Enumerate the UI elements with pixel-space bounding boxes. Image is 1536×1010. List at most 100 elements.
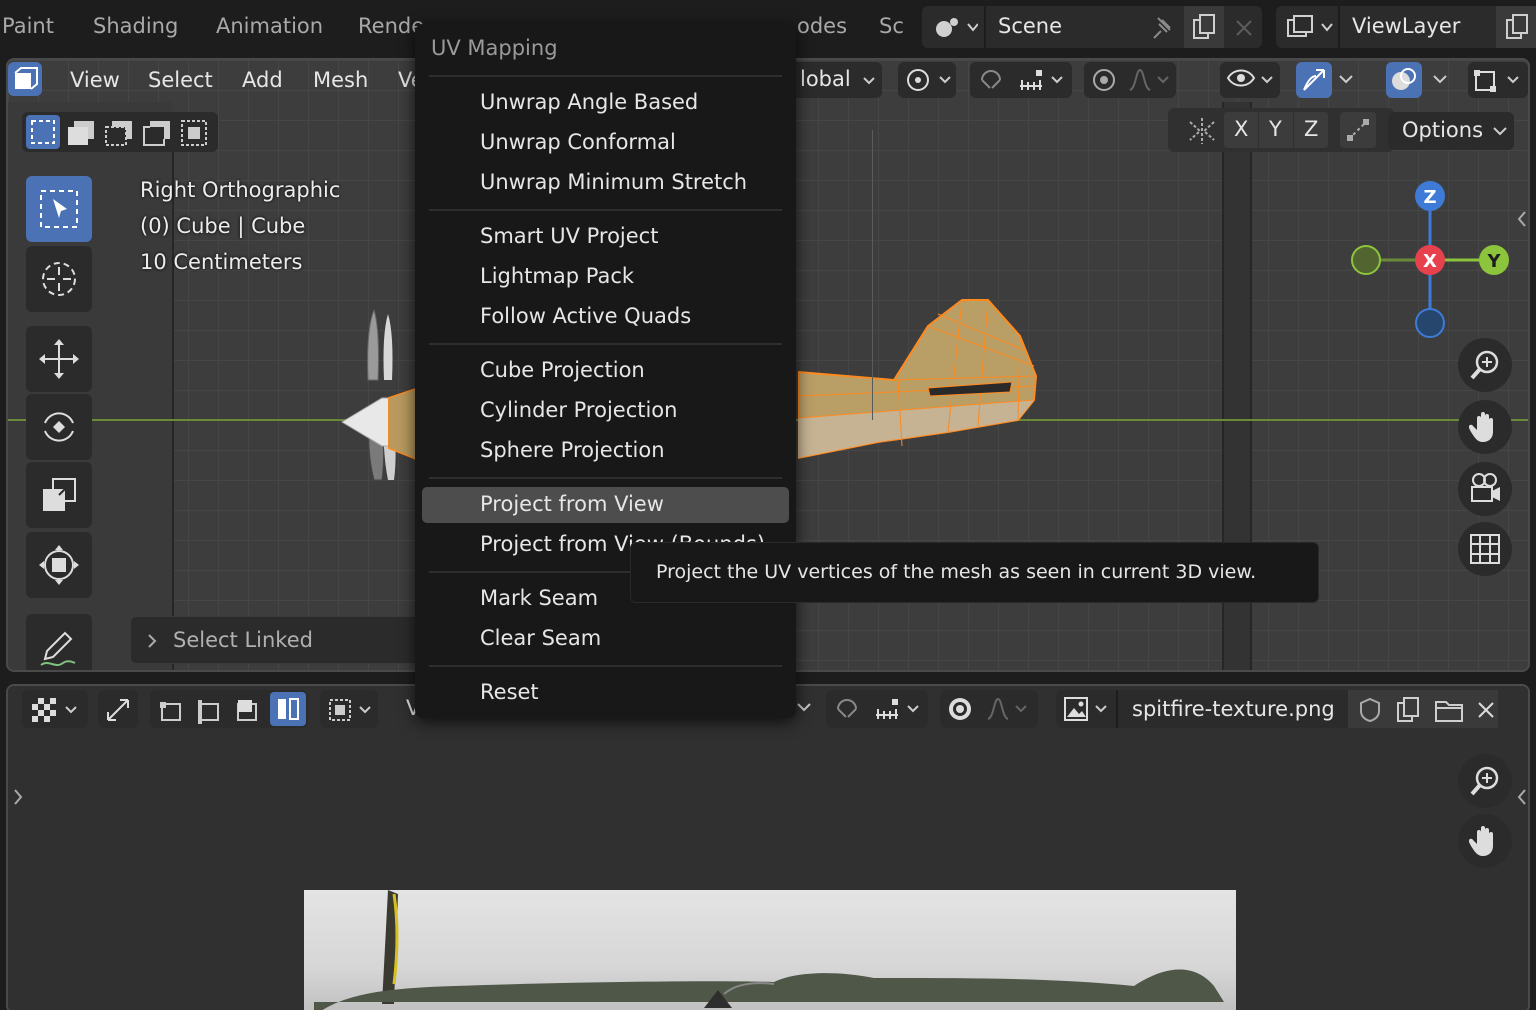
gizmo-icon bbox=[1303, 69, 1325, 91]
mesh-edit-overlays[interactable] bbox=[1468, 62, 1528, 98]
edge-select-icon[interactable] bbox=[196, 696, 224, 724]
pivot-point-dropdown[interactable] bbox=[898, 62, 956, 98]
fuselage-tail-mesh bbox=[798, 299, 1038, 460]
viewlayer-name[interactable]: ViewLayer bbox=[1352, 14, 1460, 38]
pan-button[interactable] bbox=[1458, 400, 1512, 454]
mirror-y-toggle[interactable]: Y bbox=[1259, 112, 1293, 148]
tool-move[interactable] bbox=[26, 326, 92, 392]
menu-item-sphere-projection[interactable]: Sphere Projection bbox=[480, 438, 665, 462]
tab-geometry-nodes[interactable]: odes bbox=[797, 14, 847, 38]
uv-zoom-button[interactable] bbox=[1458, 754, 1512, 808]
mirror-x-toggle[interactable]: X bbox=[1224, 112, 1258, 148]
image-name[interactable]: spitfire-texture.png bbox=[1132, 697, 1335, 721]
zoom-button[interactable] bbox=[1458, 338, 1512, 392]
tool-annotate[interactable] bbox=[26, 614, 92, 670]
grid-icon bbox=[1470, 534, 1500, 564]
gizmo-z-label: Z bbox=[1423, 187, 1436, 208]
topology-mirror-toggle[interactable] bbox=[1340, 112, 1376, 148]
overlays-toggle[interactable] bbox=[1386, 62, 1422, 98]
uv-editor-type-button[interactable] bbox=[22, 690, 88, 728]
menu-item-follow-active-quads[interactable]: Follow Active Quads bbox=[480, 304, 691, 328]
menu-item-unwrap-minimum-stretch[interactable]: Unwrap Minimum Stretch bbox=[480, 170, 747, 194]
uv-proportional-editing[interactable] bbox=[940, 690, 1038, 728]
menu-item-mark-seam[interactable]: Mark Seam bbox=[480, 586, 598, 610]
select-difference-icon[interactable] bbox=[142, 119, 172, 147]
sidebar-expand-icon[interactable] bbox=[1516, 210, 1528, 228]
visibility-dropdown[interactable] bbox=[1220, 62, 1280, 98]
menu-item-cylinder-projection[interactable]: Cylinder Projection bbox=[480, 398, 677, 422]
close-icon[interactable] bbox=[1476, 700, 1496, 720]
select-extend-icon[interactable] bbox=[66, 119, 96, 147]
tool-scale[interactable] bbox=[26, 462, 92, 528]
face-select-icon[interactable] bbox=[234, 696, 262, 724]
menu-select[interactable]: Select bbox=[148, 68, 213, 92]
tab-paint[interactable]: Paint bbox=[2, 14, 54, 38]
menu-item-clear-seam[interactable]: Clear Seam bbox=[480, 626, 601, 650]
chevron-down-icon[interactable] bbox=[1338, 74, 1354, 86]
uv-sync-selection-button[interactable] bbox=[98, 690, 138, 728]
vertex-select-icon[interactable] bbox=[158, 696, 186, 724]
uv-sticky-selection-dropdown[interactable] bbox=[320, 690, 378, 728]
menu-mesh[interactable]: Mesh bbox=[313, 68, 368, 92]
mirror-z-toggle[interactable]: Z bbox=[1294, 112, 1328, 148]
tool-cursor[interactable] bbox=[26, 246, 92, 312]
zoom-icon bbox=[1470, 766, 1499, 796]
view-name: Right Orthographic bbox=[140, 178, 341, 202]
scene-selector[interactable]: Scene bbox=[922, 6, 1262, 48]
menu-item-smart-uv-project[interactable]: Smart UV Project bbox=[480, 224, 658, 248]
chevron-down-icon[interactable] bbox=[796, 702, 812, 714]
menu-item-reset[interactable]: Reset bbox=[480, 680, 539, 704]
scale-icon bbox=[43, 478, 76, 511]
chevron-down-icon[interactable] bbox=[1432, 74, 1448, 86]
menu-view[interactable]: View bbox=[70, 68, 120, 92]
snap-controls[interactable] bbox=[970, 62, 1072, 98]
tab-scripting[interactable]: Sc bbox=[879, 14, 904, 38]
fake-user-shield-icon[interactable] bbox=[1358, 697, 1382, 723]
tool-select-box[interactable] bbox=[26, 176, 92, 242]
scene-icon bbox=[936, 18, 978, 37]
ortho-toggle-button[interactable] bbox=[1458, 522, 1512, 576]
uv-editor[interactable]: V spitfire-texture.png bbox=[6, 684, 1530, 1010]
new-viewlayer-button[interactable] bbox=[1496, 6, 1536, 48]
toolbar-expand-icon[interactable] bbox=[12, 788, 24, 806]
options-dropdown[interactable]: Options bbox=[1388, 112, 1514, 150]
menu-separator bbox=[429, 665, 782, 667]
new-scene-button[interactable] bbox=[1184, 6, 1224, 48]
tool-rotate[interactable] bbox=[26, 394, 92, 460]
select-intersect-icon[interactable] bbox=[180, 119, 210, 147]
select-box-icon bbox=[40, 190, 78, 228]
sidebar-expand-icon[interactable] bbox=[1516, 788, 1528, 806]
menu-item-unwrap-conformal[interactable]: Unwrap Conformal bbox=[480, 130, 676, 154]
editor-type-button[interactable] bbox=[8, 62, 42, 96]
folder-icon[interactable] bbox=[1434, 697, 1464, 723]
last-operator-panel[interactable]: Select Linked bbox=[130, 616, 430, 664]
scale-info: 10 Centimeters bbox=[140, 250, 303, 274]
island-select-button[interactable] bbox=[270, 692, 306, 726]
gizmo-toggle[interactable] bbox=[1296, 62, 1332, 98]
select-box-icon bbox=[31, 120, 55, 144]
close-icon[interactable] bbox=[1234, 18, 1254, 38]
menu-item-unwrap-angle-based[interactable]: Unwrap Angle Based bbox=[480, 90, 698, 114]
menu-add[interactable]: Add bbox=[242, 68, 283, 92]
tab-animation[interactable]: Animation bbox=[216, 14, 323, 38]
menu-item-project-from-view[interactable]: Project from View bbox=[480, 492, 664, 516]
uv-snap-controls[interactable] bbox=[826, 690, 928, 728]
tab-shading[interactable]: Shading bbox=[93, 14, 178, 38]
scene-name[interactable]: Scene bbox=[998, 14, 1062, 38]
proportional-editing[interactable] bbox=[1084, 62, 1176, 98]
image-selector[interactable]: spitfire-texture.png bbox=[1056, 690, 1498, 728]
viewlayer-selector[interactable]: ViewLayer bbox=[1276, 6, 1536, 48]
pin-icon[interactable] bbox=[1150, 16, 1176, 40]
select-new-button[interactable] bbox=[26, 115, 60, 149]
tool-transform[interactable] bbox=[26, 532, 92, 598]
duplicate-icon bbox=[1193, 14, 1215, 39]
navigation-gizmo[interactable]: Z X Y bbox=[1346, 176, 1522, 346]
camera-view-button[interactable] bbox=[1458, 462, 1512, 516]
uv-pan-button[interactable] bbox=[1458, 814, 1512, 868]
proportional-icon bbox=[1093, 68, 1169, 91]
select-subtract-icon[interactable] bbox=[104, 119, 134, 147]
menu-item-lightmap-pack[interactable]: Lightmap Pack bbox=[480, 264, 634, 288]
duplicate-icon[interactable] bbox=[1396, 696, 1422, 724]
menu-item-cube-projection[interactable]: Cube Projection bbox=[480, 358, 645, 382]
chevron-right-icon bbox=[148, 634, 157, 648]
